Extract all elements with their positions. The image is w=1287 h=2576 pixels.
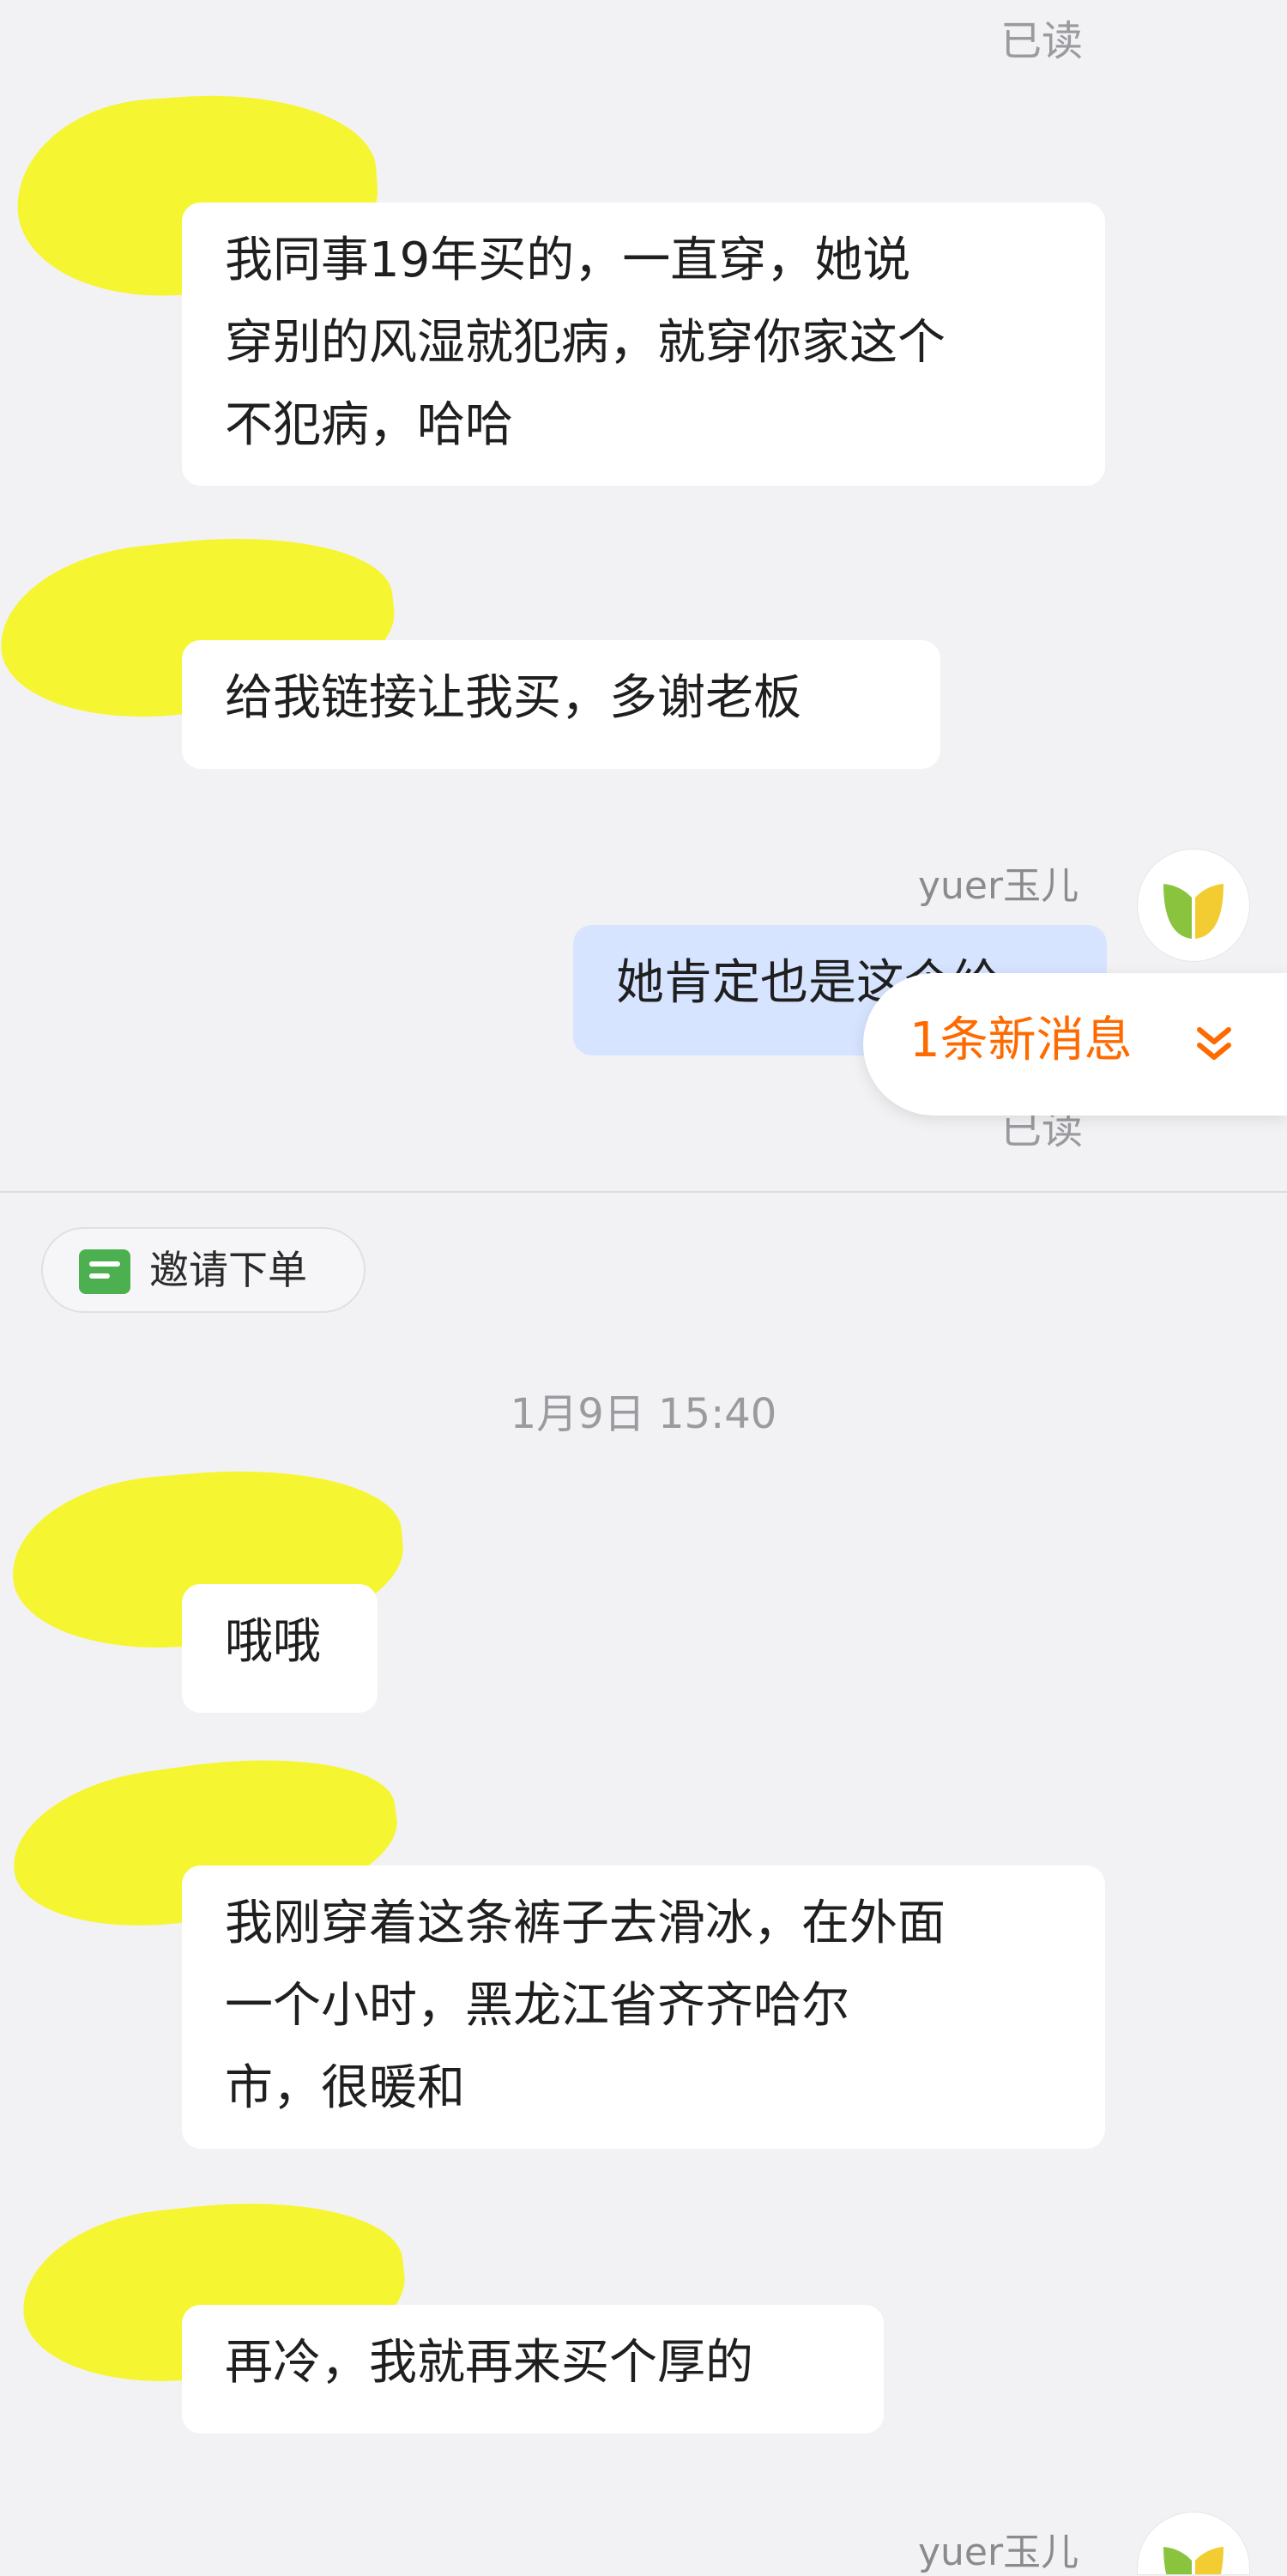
message-line: 哦哦: [225, 1614, 321, 1670]
my-avatar[interactable]: [1138, 850, 1249, 961]
new-message-label: 1条新消息: [909, 1013, 1133, 1068]
order-card-icon: [79, 1249, 130, 1294]
message-line: 我同事19年买的，一直穿，她说: [225, 233, 911, 288]
my-name-label: yuer玉儿: [918, 864, 1079, 908]
message-line: 给我链接让我买，多谢老板: [225, 670, 801, 726]
message-line: 市，很暖和: [225, 2060, 465, 2116]
message-line: 一个小时，黑龙江省齐齐哈尔: [225, 1978, 849, 2034]
message-timestamp: 1月9日 15:40: [510, 1390, 777, 1438]
message-bubble-customer[interactable]: 我刚穿着这条裤子去滑冰，在外面 一个小时，黑龙江省齐齐哈尔 市，很暖和: [182, 1865, 1105, 2149]
message-bubble-customer[interactable]: 哦哦: [182, 1584, 378, 1713]
section-divider: [0, 1191, 1287, 1193]
message-bubble-customer[interactable]: 再冷，我就再来买个厚的: [182, 2305, 884, 2434]
leaf-logo-icon: [1163, 2547, 1224, 2574]
message-line: 再冷，我就再来买个厚的: [225, 2335, 753, 2391]
new-message-banner[interactable]: 1条新消息: [863, 973, 1287, 1116]
read-status-label: 已读: [1000, 17, 1084, 65]
message-bubble-customer[interactable]: 我同事19年买的，一直穿，她说 穿别的风湿就犯病，就穿你家这个 不犯病，哈哈: [182, 203, 1105, 486]
double-chevron-down-icon: [1197, 1027, 1231, 1060]
invite-order-label: 邀请下单: [149, 1247, 307, 1293]
message-bubble-customer[interactable]: 给我链接让我买，多谢老板: [182, 640, 940, 769]
message-line: 我刚穿着这条裤子去滑冰，在外面: [225, 1896, 946, 1951]
message-line: 不犯病，哈哈: [225, 397, 513, 453]
my-name-label: yuer玉儿: [918, 2531, 1079, 2574]
my-avatar[interactable]: [1138, 2513, 1249, 2574]
message-line: 穿别的风湿就犯病，就穿你家这个: [225, 315, 946, 371]
invite-order-button[interactable]: 邀请下单: [41, 1227, 366, 1313]
leaf-logo-icon: [1163, 884, 1224, 939]
